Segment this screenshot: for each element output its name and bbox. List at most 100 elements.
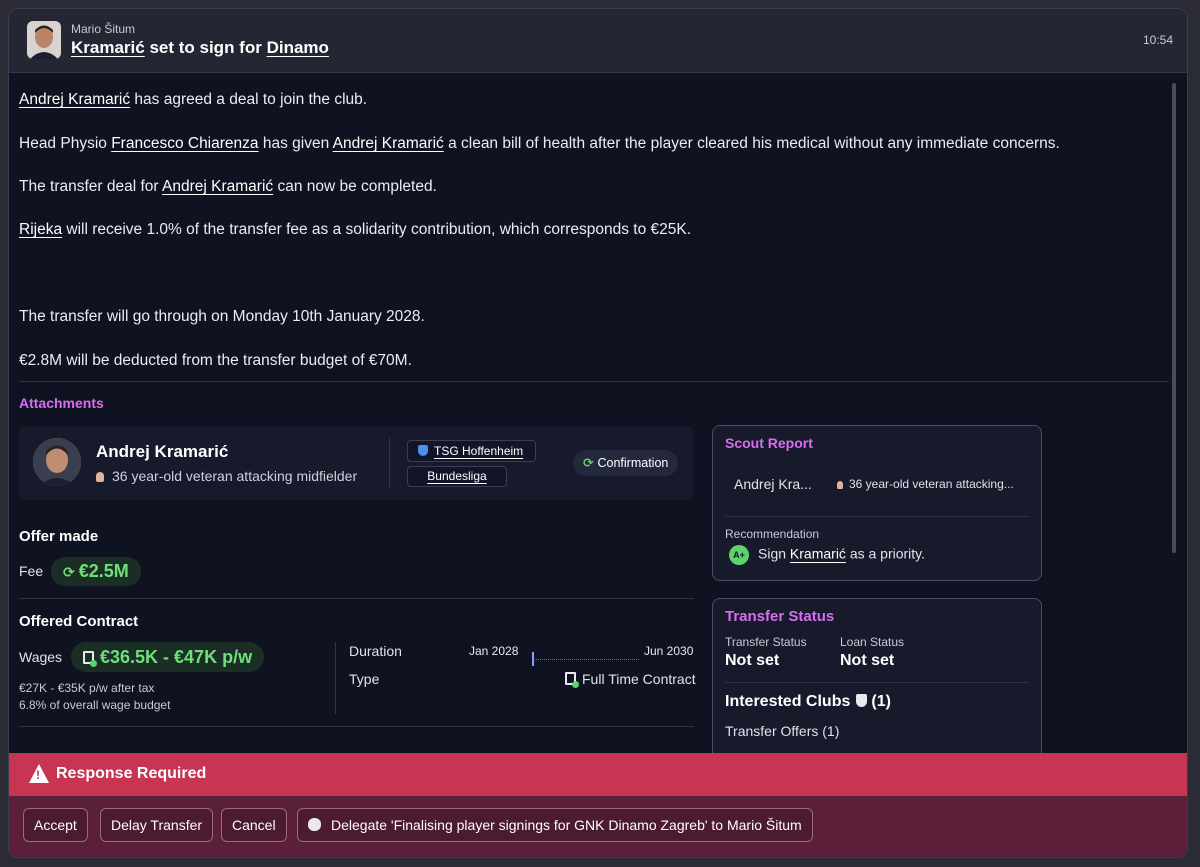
response-required-bar: Response Required: [9, 753, 1187, 796]
club-link[interactable]: Dinamo: [267, 38, 329, 57]
delegate-label: Delegate 'Finalising player signings for…: [331, 817, 802, 833]
player-attachment-card[interactable]: Andrej Kramarić 36 year-old veteran atta…: [19, 426, 694, 500]
duration-start: Jan 2028: [469, 644, 519, 658]
player-link[interactable]: Andrej Kramarić: [19, 91, 130, 108]
paragraph-text: has given: [258, 135, 333, 152]
news-item-window: Mario Šitum Kramarić set to sign for Din…: [8, 8, 1188, 858]
offer-made-title: Offer made: [19, 528, 99, 545]
duration-timeline: [533, 659, 639, 660]
sender-avatar: [27, 21, 61, 59]
contract-type-value: Full Time Contract: [582, 671, 696, 687]
grade-badge: A+: [729, 545, 749, 565]
refresh-icon: ⟳: [583, 456, 594, 470]
scrollbar[interactable]: [1172, 83, 1176, 553]
scout-player-desc-text: 36 year-old veteran attacking...: [849, 477, 1014, 491]
transfer-offers[interactable]: Transfer Offers (1): [725, 723, 839, 739]
club-crest-icon: [418, 445, 428, 456]
player-link[interactable]: Kramarić: [790, 546, 846, 562]
contract-icon: [565, 672, 579, 688]
delegate-person-icon: [308, 818, 321, 831]
position-icon: [837, 480, 843, 489]
loan-status-label: Loan Status: [840, 635, 905, 649]
player-link[interactable]: Andrej Kramarić: [162, 178, 273, 195]
staff-link[interactable]: Francesco Chiarenza: [111, 135, 258, 152]
recommendation-label: Recommendation: [725, 527, 820, 541]
delegate-button[interactable]: Delegate 'Finalising player signings for…: [297, 808, 813, 842]
interested-clubs[interactable]: Interested Clubs (1): [725, 693, 891, 711]
message-header: Mario Šitum Kramarić set to sign for Din…: [9, 9, 1187, 73]
response-title: Response Required: [56, 765, 207, 782]
paragraph-text: has agreed a deal to join the club.: [130, 91, 368, 108]
fee-label: Fee: [19, 563, 44, 579]
recommendation: A+ Sign Kramarić as a priority.: [729, 545, 925, 565]
player-description: 36 year-old veteran attacking midfielder: [96, 468, 357, 484]
type-label: Type: [349, 671, 380, 687]
divider: [725, 682, 1029, 683]
recommendation-text: as a priority.: [845, 545, 926, 562]
accept-button[interactable]: Accept: [23, 808, 88, 842]
transfer-status-title: Transfer Status: [725, 608, 835, 625]
divider: [725, 516, 1029, 517]
paragraph: €2.8M will be deducted from the transfer…: [19, 352, 412, 369]
interested-clubs-count: (1): [871, 693, 891, 710]
paragraph: Andrej Kramarić has agreed a deal to joi…: [19, 91, 367, 109]
duration-label: Duration: [349, 643, 402, 659]
transfer-status-value: Not set: [725, 652, 780, 669]
response-actions: Accept Delay Transfer Cancel Delegate 'F…: [9, 796, 1187, 857]
club-name[interactable]: TSG Hoffenheim: [434, 444, 523, 458]
paragraph: The transfer deal for Andrej Kramarić ca…: [19, 178, 437, 196]
paragraph-text: can now be completed.: [273, 178, 437, 195]
fee-value-chip: ⟳ €2.5M: [51, 557, 141, 586]
message-time: 10:54: [1142, 33, 1173, 47]
transfer-status-label: Transfer Status: [725, 635, 807, 649]
delay-transfer-button[interactable]: Delay Transfer: [100, 808, 214, 842]
divider: [19, 381, 1169, 382]
divider: [19, 726, 694, 727]
wages-after-tax: €27K - €35K p/w after tax: [19, 681, 155, 695]
paragraph-text: will receive 1.0% of the transfer fee as…: [62, 221, 692, 238]
player-description-text: 36 year-old veteran attacking midfielder: [112, 468, 358, 484]
player-link[interactable]: Andrej Kramarić: [333, 135, 444, 152]
interested-clubs-label: Interested Clubs: [725, 693, 851, 710]
refresh-icon: ⟳: [63, 564, 75, 580]
warning-icon: [29, 764, 49, 783]
scout-report-panel[interactable]: Scout Report Andrej Kra... 36 year-old v…: [712, 425, 1042, 581]
wages-label: Wages: [19, 649, 63, 665]
message-title: Kramarić set to sign for Dinamo: [71, 38, 329, 58]
loan-status-value: Not set: [840, 652, 895, 669]
player-link[interactable]: Kramarić: [71, 38, 145, 57]
fee-value: €2.5M: [78, 561, 129, 581]
scout-player-desc: 36 year-old veteran attacking...: [837, 477, 1014, 491]
club-badge[interactable]: TSG Hoffenheim: [407, 440, 537, 462]
wages-value: €36.5K - €47K p/w: [100, 647, 253, 667]
paragraph-text: Head Physio: [19, 135, 112, 152]
paragraph: The transfer will go through on Monday 1…: [19, 308, 425, 325]
attachments-title: Attachments: [19, 395, 104, 411]
paragraph-text: a clean bill of health after the player …: [443, 135, 1060, 152]
scout-report-title: Scout Report: [725, 435, 813, 451]
wages-value-chip: €36.5K - €47K p/w: [71, 642, 265, 672]
recommendation-text: Sign: [758, 545, 790, 562]
paragraph-text: The transfer deal for: [19, 178, 163, 195]
paragraph: Rijeka will receive 1.0% of the transfer…: [19, 221, 691, 239]
shield-icon: [856, 694, 868, 707]
club-link[interactable]: Rijeka: [19, 221, 62, 238]
player-name[interactable]: Andrej Kramarić: [96, 442, 228, 462]
position-icon: [96, 472, 104, 483]
paragraph: Head Physio Francesco Chiarenza has give…: [19, 135, 1060, 153]
divider: [389, 438, 390, 488]
contract-icon: [83, 651, 97, 667]
offered-contract-title: Offered Contract: [19, 613, 139, 630]
scout-player-name[interactable]: Andrej Kra...: [734, 476, 812, 492]
sender-name: Mario Šitum: [71, 22, 136, 36]
confirmation-label: Confirmation: [597, 456, 669, 470]
divider: [335, 642, 336, 714]
player-avatar: [33, 438, 81, 486]
league-name[interactable]: Bundesliga: [427, 469, 486, 483]
wage-budget-share: 6.8% of overall wage budget: [19, 698, 171, 712]
cancel-button[interactable]: Cancel: [221, 808, 287, 842]
confirmation-chip: ⟳ Confirmation: [573, 450, 679, 476]
divider: [19, 598, 694, 599]
league-badge[interactable]: Bundesliga: [407, 466, 507, 487]
duration-end: Jun 2030: [644, 644, 694, 658]
